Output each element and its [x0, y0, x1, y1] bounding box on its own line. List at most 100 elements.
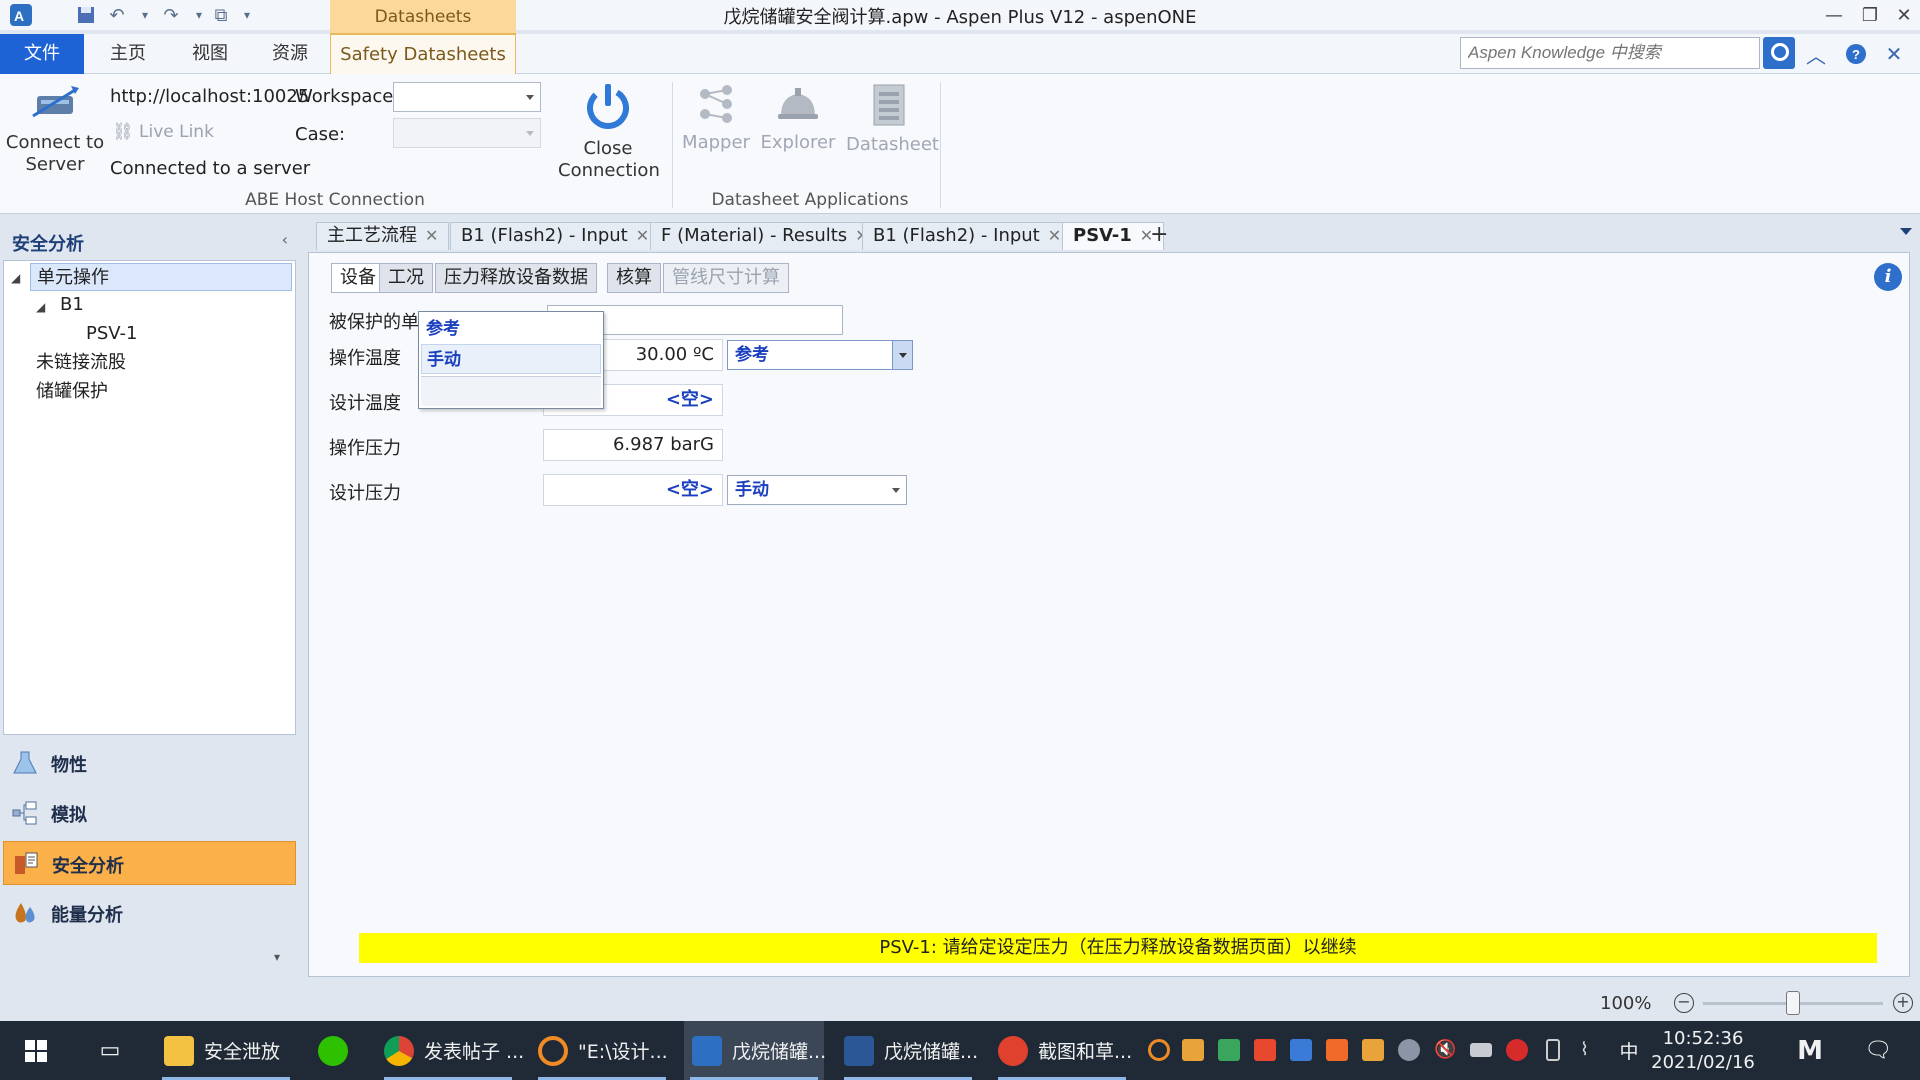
operating-temp-source-select[interactable]: 参考 — [727, 340, 913, 370]
tree-expand-icon[interactable]: ◢ — [11, 271, 20, 285]
collapse-pane-icon[interactable]: ‹ — [282, 230, 288, 249]
tree-node-unlinked-streams[interactable]: 未链接流股 — [36, 349, 126, 377]
wechat-icon[interactable] — [312, 1021, 362, 1080]
zoom-slider-thumb[interactable] — [1786, 991, 1800, 1015]
battery-icon[interactable] — [1470, 1043, 1492, 1057]
connect-to-server-button[interactable]: Connect to Server — [4, 82, 106, 176]
security-icon[interactable] — [1218, 1039, 1240, 1061]
flask-icon — [11, 749, 39, 777]
datasheet-button: Datasheet — [846, 82, 939, 156]
form-tab-equipment[interactable]: 设备 — [331, 263, 385, 293]
status-bar: 100% − + — [0, 985, 1920, 1021]
dropdown-option-blank[interactable] — [421, 376, 601, 406]
nav-section-simulation[interactable]: 模拟 — [3, 791, 296, 835]
app-m-icon[interactable]: M — [1790, 1021, 1830, 1080]
wifi-icon[interactable]: ⌇ — [1580, 1039, 1602, 1061]
windows-start-icon[interactable] — [14, 1021, 58, 1080]
scissors-icon — [998, 1035, 1028, 1066]
operating-temp-label: 操作温度 — [329, 348, 401, 369]
case-label: Case: — [295, 124, 346, 145]
minimize-ribbon-icon[interactable]: ︿ — [1802, 40, 1830, 68]
taskbar-item-aspen[interactable]: 戊烷储罐... — [684, 1021, 826, 1080]
cloud-icon[interactable] — [1398, 1039, 1420, 1061]
close-connection-button[interactable]: Close Connection — [558, 80, 660, 182]
source-dropdown-list: 参考 手动 — [418, 311, 604, 409]
dropdown-option-manual[interactable]: 手动 — [421, 344, 601, 374]
tab-list-dropdown-icon[interactable] — [1900, 228, 1912, 235]
search-icon[interactable] — [1763, 37, 1795, 69]
doc-tab-psv1[interactable]: PSV-1 ✕ — [1062, 222, 1165, 250]
explorer-icon — [778, 88, 818, 119]
form-tab-conditions[interactable]: 工况 — [379, 263, 433, 293]
app-red-icon[interactable] — [1506, 1039, 1528, 1061]
taskbar-item-word[interactable]: 戊烷储罐... — [838, 1021, 978, 1080]
nav-section-properties[interactable]: 物性 — [3, 741, 296, 785]
tree-node-tank-protection[interactable]: 储罐保护 — [36, 378, 108, 406]
doc-tab-b1-input[interactable]: B1 (Flash2) - Input ✕ — [450, 222, 661, 250]
tree-node-unit-operations[interactable]: 单元操作 — [30, 263, 292, 291]
info-icon[interactable]: i — [1874, 263, 1902, 291]
tree-expand-icon[interactable]: ◢ — [36, 300, 45, 314]
search-icon[interactable] — [1148, 1039, 1170, 1061]
case-combo — [393, 118, 541, 148]
task-view-icon[interactable]: ▭ — [88, 1021, 132, 1080]
link-icon: ⛓ — [112, 122, 134, 142]
zoom-out-icon[interactable]: − — [1674, 993, 1694, 1013]
status-message: PSV-1: 请给定设定压力（在压力释放设备数据页面）以继续 — [359, 933, 1877, 963]
tab-resources[interactable]: 资源 — [260, 34, 320, 74]
nav-more-icon[interactable]: ▾ — [274, 950, 280, 964]
app-tray-icon[interactable] — [1254, 1039, 1276, 1061]
select-value: 参考 — [735, 345, 769, 365]
close-tab-icon[interactable]: ✕ — [636, 226, 649, 245]
doc-tab-main-flowsheet[interactable]: 主工艺流程 ✕ — [316, 222, 450, 250]
doc-tab-label: PSV-1 — [1073, 225, 1132, 246]
clock[interactable]: 10:52:36 2021/02/16 — [1648, 1027, 1758, 1075]
close-window-button[interactable]: ✕ — [1886, 0, 1920, 30]
taskbar-item-search[interactable]: "E:\设计... — [532, 1021, 672, 1080]
notification-icon[interactable]: 🗨 — [1856, 1021, 1900, 1080]
taskbar-item-snipping[interactable]: 截图和草... — [992, 1021, 1132, 1080]
wechat-logo-icon — [318, 1035, 348, 1066]
empty-value: <空> — [665, 389, 714, 410]
shield-icon[interactable] — [1326, 1039, 1348, 1061]
tab-file[interactable]: 文件 — [0, 34, 84, 74]
taskbar-item-chrome[interactable]: 发表帖子 ... — [378, 1021, 524, 1080]
pen-icon[interactable] — [1546, 1039, 1560, 1061]
minimize-button[interactable]: — — [1816, 0, 1852, 30]
volume-muted-icon[interactable]: 🔇 — [1434, 1039, 1456, 1061]
chevron-down-icon[interactable] — [892, 341, 912, 369]
design-pressure-field[interactable]: <空> — [543, 474, 723, 506]
form-tab-relief-device-data[interactable]: 压力释放设备数据 — [435, 263, 597, 293]
doc-tab-label: F (Material) - Results — [661, 225, 848, 246]
close-tab-icon[interactable]: ✕ — [425, 226, 438, 245]
bluetooth-icon[interactable] — [1290, 1039, 1312, 1061]
workspace-combo[interactable] — [393, 82, 541, 112]
zoom-in-icon[interactable]: + — [1893, 993, 1913, 1013]
dropdown-option-reference[interactable]: 参考 — [421, 314, 601, 344]
tree-node-b1[interactable]: B1 — [60, 291, 84, 319]
new-tab-icon[interactable]: + — [1150, 222, 1168, 247]
tab-safety-datasheets[interactable]: Safety Datasheets — [330, 34, 516, 75]
group-label-apps: Datasheet Applications — [711, 190, 909, 210]
ime-indicator[interactable]: 中 — [1614, 1021, 1644, 1080]
doc-tab-b1-input-2[interactable]: B1 (Flash2) - Input ✕ — [862, 222, 1073, 250]
server-connect-icon — [32, 86, 79, 118]
nav-section-safety-analysis[interactable]: 安全分析 — [3, 841, 296, 885]
knowledge-search-input[interactable] — [1460, 37, 1760, 69]
tab-home[interactable]: 主页 — [98, 34, 158, 74]
close-document-icon[interactable]: ✕ — [1880, 40, 1908, 68]
tab-view[interactable]: 视图 — [180, 34, 240, 74]
server-url: http://localhost:10025 — [110, 86, 310, 107]
help-icon[interactable]: ? — [1842, 40, 1870, 68]
tree-node-psv1[interactable]: PSV-1 — [86, 320, 138, 348]
close-tab-icon[interactable]: ✕ — [1048, 226, 1061, 245]
taskbar-item-explorer[interactable]: 安全泄放 — [156, 1021, 296, 1080]
folder-tray-icon[interactable] — [1362, 1039, 1384, 1061]
doc-tab-f-results[interactable]: F (Material) - Results✕ — [650, 222, 880, 250]
form-tab-rating[interactable]: 核算 — [607, 263, 661, 293]
usb-icon[interactable] — [1182, 1039, 1204, 1061]
nav-section-energy-analysis[interactable]: 能量分析 — [3, 891, 296, 935]
restore-button[interactable]: ❐ — [1852, 0, 1888, 30]
design-pressure-source-select[interactable]: 手动 — [727, 475, 907, 505]
operating-pressure-field[interactable]: 6.987 barG — [543, 429, 723, 461]
